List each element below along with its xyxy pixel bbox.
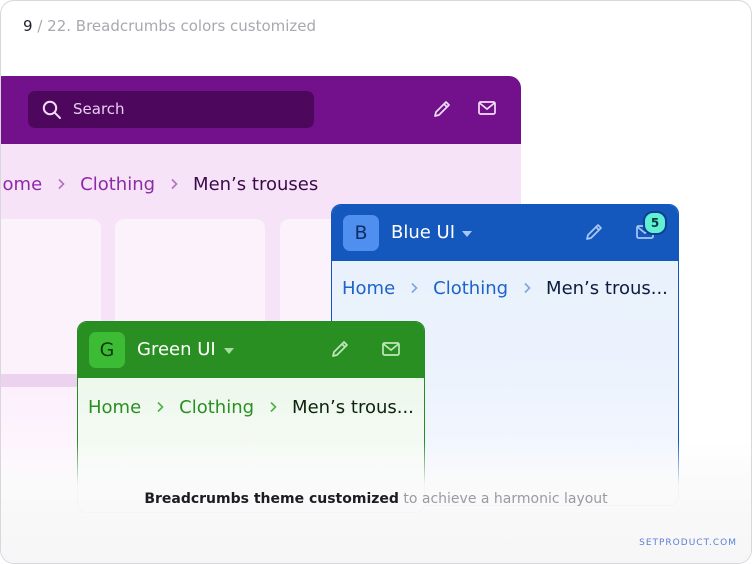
chevron-down-icon[interactable] [224, 348, 234, 354]
avatar[interactable]: G [89, 332, 125, 368]
brand-link[interactable]: SETPRODUCT.COM [639, 538, 737, 548]
search-icon [42, 100, 62, 124]
avatar[interactable]: B [343, 215, 379, 251]
window-title[interactable]: Green UI [137, 339, 216, 360]
caption: Breadcrumbs theme customized to achieve … [1, 491, 751, 507]
blue-breadcrumb: Home Clothing Men’s trous... [342, 278, 668, 299]
chevron-right-icon [268, 397, 278, 418]
breadcrumb-current: Men’s trouses [193, 174, 318, 195]
breadcrumb-current: Men’s trous... [546, 278, 668, 299]
slide-title: 9 / 22. Breadcrumbs colors customized [23, 17, 316, 35]
purple-breadcrumb: Home Clothing Men’s trouses [0, 172, 318, 196]
slide-frame: 9 / 22. Breadcrumbs colors customized Se… [0, 0, 752, 564]
chevron-right-icon [56, 174, 66, 195]
chevron-right-icon [409, 278, 419, 299]
pencil-icon[interactable] [329, 338, 351, 364]
breadcrumb-clothing[interactable]: Clothing [80, 174, 155, 195]
green-breadcrumb: Home Clothing Men’s trous... [88, 397, 414, 418]
green-header: G Green UI [78, 322, 424, 378]
search-input[interactable]: Search [28, 91, 314, 128]
chevron-down-icon[interactable] [462, 231, 472, 237]
notification-badge: 5 [643, 211, 667, 235]
caption-rest: to achieve a harmonic layout [403, 491, 607, 507]
slide-heading: 22. Breadcrumbs colors customized [47, 17, 316, 35]
breadcrumb-home[interactable]: Home [88, 397, 141, 418]
pencil-icon[interactable] [583, 221, 605, 247]
breadcrumb-clothing[interactable]: Clothing [179, 397, 254, 418]
purple-header: Search [0, 76, 521, 144]
breadcrumb-current: Men’s trous... [292, 397, 414, 418]
slide-separator: / [37, 17, 42, 35]
chevron-right-icon [155, 397, 165, 418]
blue-header: B Blue UI [332, 205, 678, 261]
chevron-right-icon [169, 174, 179, 195]
breadcrumb-home[interactable]: Home [0, 174, 42, 195]
mail-icon[interactable] [381, 339, 401, 363]
chevron-right-icon [522, 278, 532, 299]
breadcrumb-clothing[interactable]: Clothing [433, 278, 508, 299]
caption-strong: Breadcrumbs theme customized [144, 491, 399, 507]
breadcrumb-home[interactable]: Home [342, 278, 395, 299]
pencil-icon[interactable] [431, 98, 453, 124]
slide-number: 9 [23, 17, 33, 35]
search-placeholder: Search [73, 100, 125, 118]
window-title[interactable]: Blue UI [391, 222, 455, 243]
mail-icon[interactable] [477, 98, 497, 122]
